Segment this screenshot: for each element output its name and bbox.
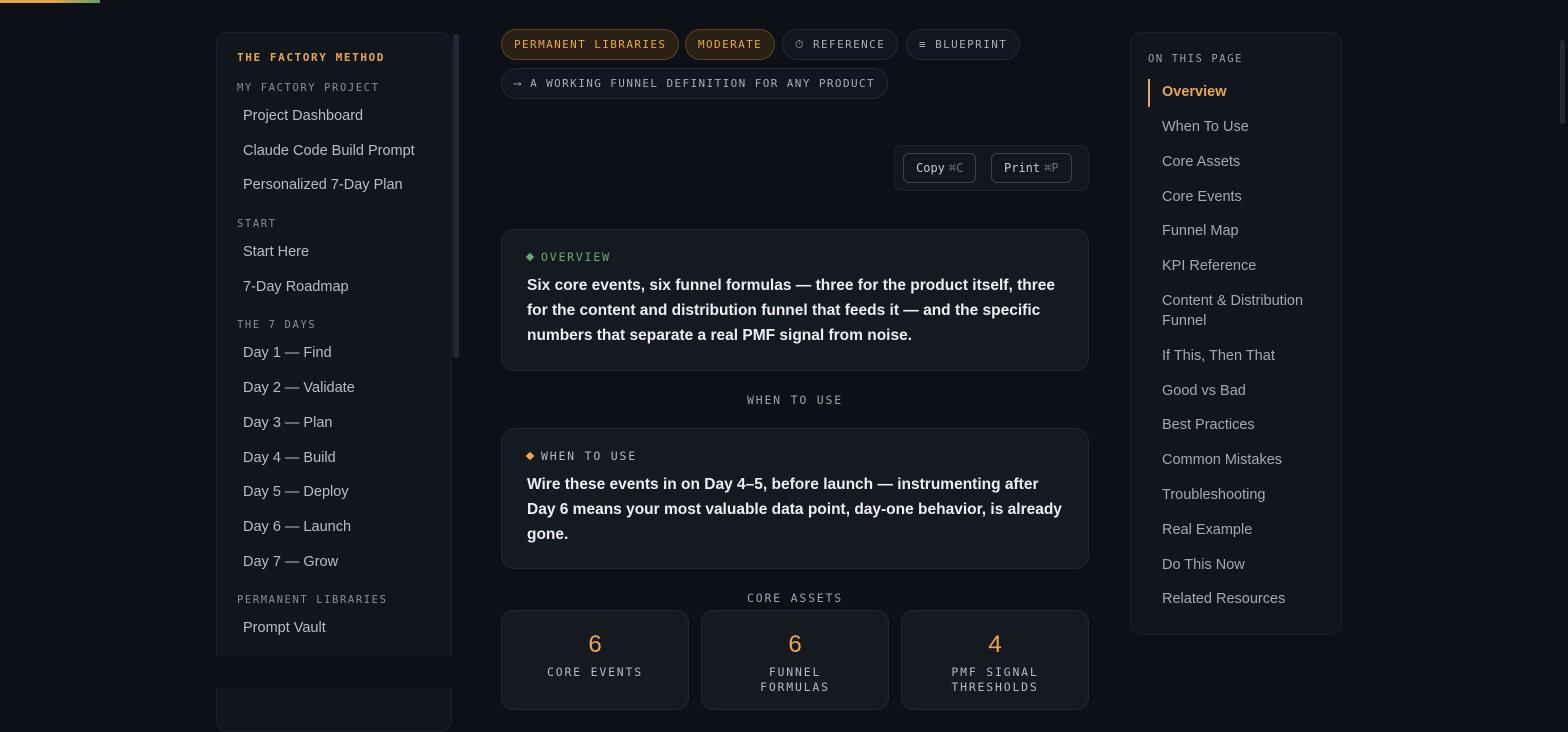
sidebar-item-personalized-plan[interactable]: Personalized 7-Day Plan [237,175,451,210]
copy-button-label: Copy [916,161,945,175]
section-heading-when-to-use: WHEN TO USE [747,393,843,407]
overview-card: OVERVIEW Six core events, six funnel for… [501,229,1089,371]
tag-subtitle: ⟶ A WORKING FUNNEL DEFINITION FOR ANY PR… [501,68,889,99]
toc-title: ON THIS PAGE [1148,53,1244,65]
page-scrollbar[interactable] [1560,40,1565,124]
sidebar-item-start-here[interactable]: Start Here [237,242,451,277]
section-heading-core-assets: CORE ASSETS [747,591,843,605]
stat-card-core-events: 6 CORE EVENTS [501,610,689,710]
clock-icon: ⏱ [795,38,805,51]
tag-moderate: MODERATE [685,29,776,60]
diamond-icon [525,451,535,461]
sidebar-nav: THE FACTORY METHOD MY FACTORY PROJECT Pr… [216,32,452,732]
when-to-use-card: WHEN TO USE Wire these events in on Day … [501,428,1089,569]
sidebar-item-day-4[interactable]: Day 4 — Build [237,448,451,483]
sidebar-item-day-5[interactable]: Day 5 — Deploy [237,482,451,517]
sidebar-fade [0,656,462,688]
toc-item-overview[interactable]: Overview [1148,79,1341,107]
toc-item-kpi-reference[interactable]: KPI Reference [1148,256,1341,276]
sidebar-item-prompt-vault[interactable]: Prompt Vault [237,618,451,653]
tag-blueprint: ≡ BLUEPRINT [906,29,1021,60]
sidebar-item-claude-code-build-prompt[interactable]: Claude Code Build Prompt [237,141,451,176]
toc-item-core-events[interactable]: Core Events [1148,187,1341,207]
stat-value: 6 [788,631,802,658]
diamond-icon [525,252,535,262]
print-button[interactable]: Print ⌘P [991,153,1072,183]
stat-card-funnel-formulas: 6 FUNNEL FORMULAS [701,610,889,710]
list-icon: ≡ [919,38,928,51]
toc-item-core-assets[interactable]: Core Assets [1148,152,1341,172]
toc-item-when-to-use[interactable]: When To Use [1148,117,1341,137]
tag-subtitle-label: A WORKING FUNNEL DEFINITION FOR ANY PROD… [530,77,876,90]
tag-blueprint-label: BLUEPRINT [935,38,1008,51]
arrow-right-icon: ⟶ [514,77,523,90]
print-shortcut: ⌘P [1044,161,1059,175]
sidebar-section-title: THE 7 DAYS [237,319,317,332]
stat-value: 6 [588,631,602,658]
toc-item-good-vs-bad[interactable]: Good vs Bad [1148,381,1341,401]
copy-shortcut: ⌘C [948,161,964,175]
toc-item-if-this-then-that[interactable]: If This, Then That [1148,346,1341,366]
sidebar-section-title: PERMANENT LIBRARIES [237,594,388,607]
sidebar-item-day-3[interactable]: Day 3 — Plan [237,413,451,448]
overview-label: OVERVIEW [525,250,1063,264]
sidebar-item-day-1[interactable]: Day 1 — Find [237,343,451,378]
tag-permanent-libraries[interactable]: PERMANENT LIBRARIES [501,29,680,60]
action-toolbar: Copy ⌘C Print ⌘P [894,145,1089,191]
tag-reference: ⏱ REFERENCE [782,29,899,60]
toc-item-real-example[interactable]: Real Example [1148,520,1341,540]
overview-label-text: OVERVIEW [541,250,611,264]
tag-reference-label: REFERENCE [813,38,886,51]
sidebar-item-day-7[interactable]: Day 7 — Grow [237,552,451,587]
toc-item-troubleshooting[interactable]: Troubleshooting [1148,485,1341,505]
sidebar-scrollbar[interactable] [453,34,459,358]
overview-body: Six core events, six funnel formulas — t… [527,277,1055,344]
when-to-use-label: WHEN TO USE [525,449,1063,463]
toc-item-common-mistakes[interactable]: Common Mistakes [1148,450,1341,470]
sidebar-item-roadmap[interactable]: 7-Day Roadmap [237,277,451,312]
copy-button[interactable]: Copy ⌘C [903,153,977,183]
when-to-use-body: Wire these events in on Day 4–5, before … [527,476,1062,543]
toc-item-best-practices[interactable]: Best Practices [1148,415,1341,435]
sidebar-item-day-2[interactable]: Day 2 — Validate [237,378,451,413]
sidebar-brand[interactable]: THE FACTORY METHOD [237,51,451,64]
sidebar-section-title: MY FACTORY PROJECT [237,82,380,94]
sidebar-section-title: START [237,218,277,231]
toc-item-funnel-map[interactable]: Funnel Map [1148,221,1341,241]
toc-item-related-resources[interactable]: Related Resources [1148,589,1341,609]
stat-value: 4 [988,631,1002,658]
stat-card-pmf-thresholds: 4 PMF SIGNAL THRESHOLDS [901,610,1089,710]
stat-caption: PMF SIGNAL THRESHOLDS [951,665,1039,694]
stat-caption: CORE EVENTS [547,665,643,679]
toc-item-do-this-now[interactable]: Do This Now [1148,555,1341,575]
print-button-label: Print [1004,161,1041,175]
when-to-use-label-text: WHEN TO USE [541,449,637,463]
table-of-contents: ON THIS PAGE Overview When To Use Core A… [1130,32,1342,635]
toc-item-content-distribution[interactable]: Content & Distribution Funnel [1148,291,1318,331]
sidebar-item-day-6[interactable]: Day 6 — Launch [237,517,451,552]
progress-bar [0,0,100,3]
stat-caption: FUNNEL FORMULAS [760,665,830,694]
sidebar-item-project-dashboard[interactable]: Project Dashboard [237,106,451,141]
